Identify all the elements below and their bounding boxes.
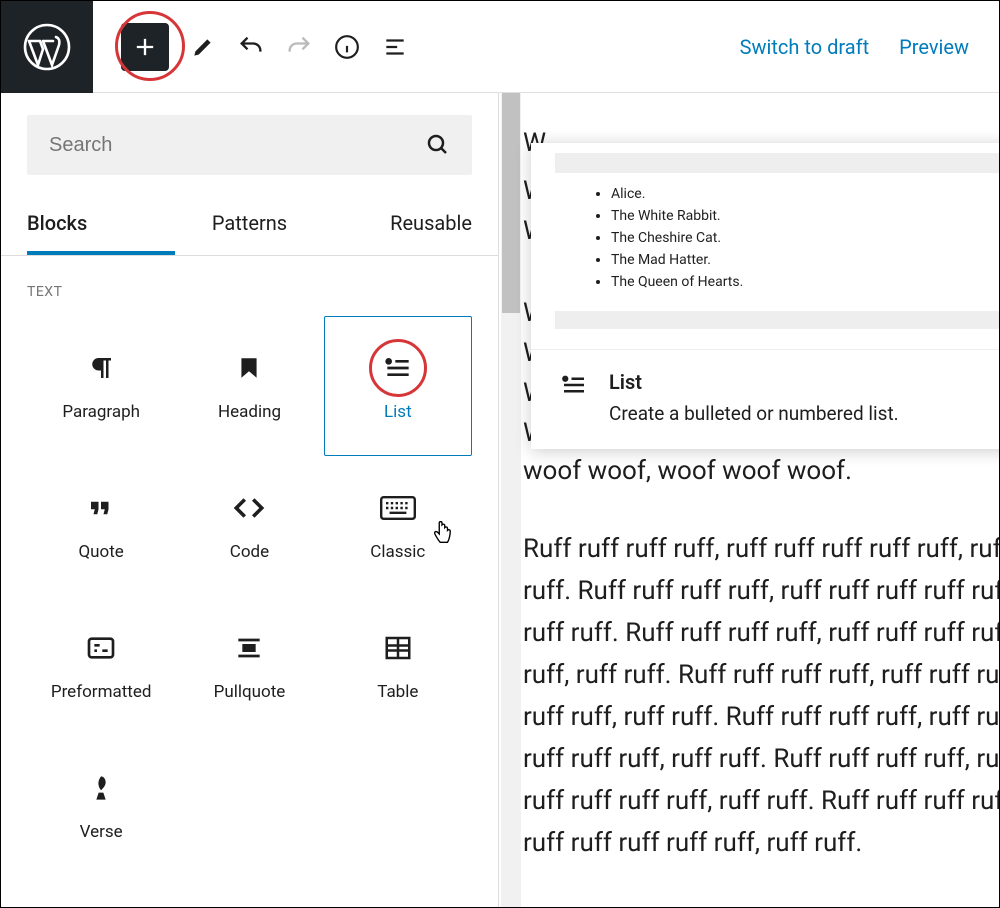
classic-icon <box>380 490 416 526</box>
block-quote[interactable]: Quote <box>27 456 175 596</box>
add-block-button[interactable] <box>121 23 169 71</box>
editor-content[interactable]: W W W W W W W woof woof, woof woof woof.… <box>499 93 999 907</box>
tab-patterns[interactable]: Patterns <box>175 197 323 255</box>
inserter-tabs: Blocks Patterns Reusable <box>1 197 498 256</box>
outline-icon[interactable] <box>381 33 409 61</box>
wordpress-logo[interactable] <box>1 1 93 93</box>
pullquote-icon <box>231 630 267 666</box>
edit-icon[interactable] <box>189 33 217 61</box>
verse-icon <box>83 770 119 806</box>
preview-link[interactable]: Preview <box>899 35 969 59</box>
block-heading[interactable]: Heading <box>175 316 323 456</box>
sample-item: The Queen of Hearts. <box>611 271 999 293</box>
sample-item: The Cheshire Cat. <box>611 227 999 249</box>
preview-sample: Alice. The White Rabbit. The Cheshire Ca… <box>531 143 999 349</box>
section-heading-text: TEXT <box>1 256 498 308</box>
heading-icon <box>231 350 267 386</box>
sample-placeholder-bar <box>555 153 999 173</box>
block-code[interactable]: Code <box>175 456 323 596</box>
block-classic[interactable]: Classic <box>324 456 472 596</box>
search-icon <box>426 133 450 157</box>
code-icon <box>231 490 267 526</box>
search-input-wrapper[interactable] <box>27 115 472 175</box>
block-preformatted[interactable]: Preformatted <box>27 596 175 736</box>
info-icon[interactable] <box>333 33 361 61</box>
block-paragraph[interactable]: Paragraph <box>27 316 175 456</box>
quote-icon <box>83 490 119 526</box>
block-verse[interactable]: Verse <box>27 736 175 876</box>
block-preview-popup: Alice. The White Rabbit. The Cheshire Ca… <box>531 143 999 449</box>
sample-item: Alice. <box>611 183 999 205</box>
preview-title: List <box>609 370 899 394</box>
block-list[interactable]: List <box>324 316 472 456</box>
list-icon <box>559 370 589 400</box>
search-input[interactable] <box>49 134 426 157</box>
top-toolbar: Switch to draft Preview <box>1 1 999 93</box>
undo-icon[interactable] <box>237 33 265 61</box>
block-table[interactable]: Table <box>324 596 472 736</box>
switch-to-draft-link[interactable]: Switch to draft <box>740 35 870 59</box>
tab-blocks[interactable]: Blocks <box>27 197 175 255</box>
sample-placeholder-bar <box>555 311 999 329</box>
table-icon <box>380 630 416 666</box>
redo-icon <box>285 33 313 61</box>
sample-item: The Mad Hatter. <box>611 249 999 271</box>
list-icon <box>380 350 416 386</box>
tab-reusable[interactable]: Reusable <box>324 197 472 255</box>
block-inserter-panel: Blocks Patterns Reusable TEXT Paragraph … <box>1 93 499 907</box>
sample-item: The White Rabbit. <box>611 205 999 227</box>
paragraph-icon <box>83 350 119 386</box>
preformatted-icon <box>83 630 119 666</box>
block-pullquote[interactable]: Pullquote <box>175 596 323 736</box>
block-grid: Paragraph Heading List Quote Code <box>1 308 498 884</box>
preview-description: Create a bulleted or numbered list. <box>609 402 899 425</box>
